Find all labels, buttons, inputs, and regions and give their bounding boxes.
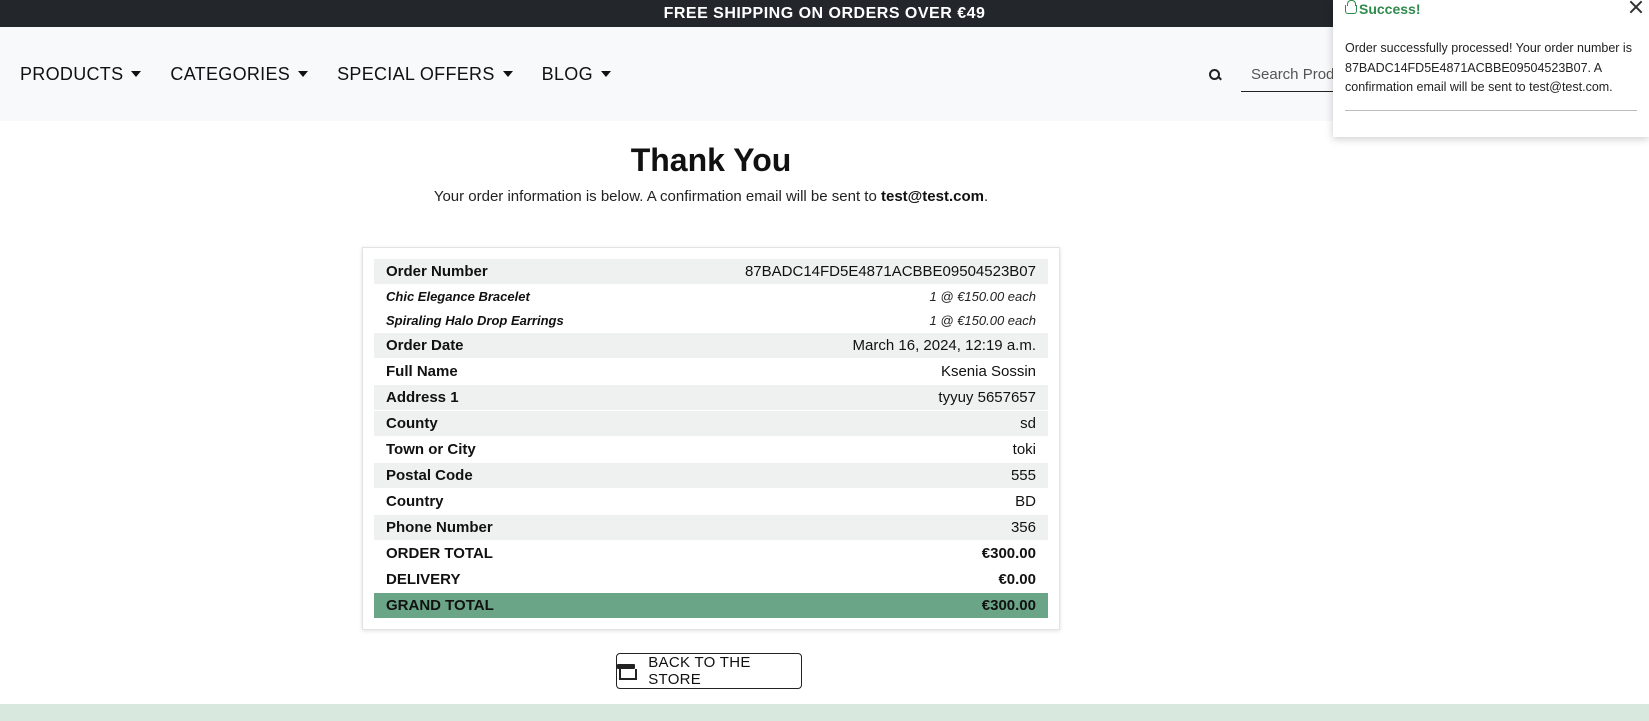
search-icon[interactable] [1209,69,1221,81]
full-name-row: Full Name Ksenia Sossin [374,359,1048,384]
chevron-down-icon [600,71,611,77]
announcement-text: FREE SHIPPING ON ORDERS OVER €49 [663,4,986,22]
order-number-row: Order Number 87BADC14FD5E4871ACBBE095045… [374,259,1048,284]
store-icon [617,664,638,680]
page-subtitle: Your order information is below. A confi… [0,188,1422,205]
toast-divider [1345,109,1637,111]
nav-blog[interactable]: BLOG [542,64,611,85]
item-name: Chic Elegance Bracelet [386,289,530,304]
town-row: Town or City toki [374,437,1048,462]
nav-special-offers[interactable]: SPECIAL OFFERS [337,64,513,85]
order-total-label: ORDER TOTAL [386,545,493,562]
nav-blog-label: BLOG [541,63,593,84]
delivery-value: €0.00 [998,571,1036,588]
nav-products[interactable]: PRODUCTS [20,63,142,85]
nav-products-label: PRODUCTS [20,63,124,84]
field-value: Ksenia Sossin [940,363,1036,380]
order-summary-card: Order Number 87BADC14FD5E4871ACBBE095045… [362,247,1060,630]
order-total-row: ORDER TOTAL €300.00 [374,541,1048,566]
chevron-down-icon [131,71,142,77]
delivery-row: DELIVERY €0.00 [374,567,1048,592]
field-value: toki [1012,441,1036,458]
field-label: Phone Number [386,519,493,536]
basket-icon [1345,0,1357,14]
order-item-row: Spiraling Halo Drop Earrings 1 @ €150.00… [374,309,1048,332]
item-qty-price: 1 @ €150.00 each [929,289,1036,304]
toast-title: Success! [1359,1,1421,17]
field-value: 356 [1010,519,1036,536]
order-number-label: Order Number [386,263,488,280]
field-label: Address 1 [386,389,459,406]
toast-header: Success! [1345,0,1637,18]
delivery-label: DELIVERY [386,571,461,588]
subtitle-suffix: . [984,188,989,205]
field-value: sd [1020,415,1036,432]
field-label: County [386,415,438,432]
back-to-store-label: BACK TO THE STORE [648,654,751,688]
chevron-down-icon [502,71,513,77]
chevron-down-icon [298,71,309,77]
field-label: Country [386,493,444,510]
field-label: Full Name [386,363,458,380]
nav-categories-label: CATEGORIES [170,63,291,84]
order-item-row: Chic Elegance Bracelet 1 @ €150.00 each [374,285,1048,308]
grand-total-value: €300.00 [981,597,1036,614]
field-label: Order Date [386,337,464,354]
grand-total-label: GRAND TOTAL [386,597,494,614]
address-row: Address 1 tyyuy 5657657 [374,385,1048,410]
grand-total-row: GRAND TOTAL €300.00 [374,593,1048,618]
nav-categories[interactable]: CATEGORIES [170,63,309,85]
field-label: Postal Code [386,467,473,484]
order-total-value: €300.00 [981,545,1036,562]
county-row: County sd [374,411,1048,436]
field-value: BD [1015,493,1036,510]
page-title: Thank You [630,142,792,178]
order-date-row: Order Date March 16, 2024, 12:19 a.m. [374,333,1048,358]
back-to-store-button[interactable]: BACK TO THE STORE [616,653,802,689]
footer-band [0,704,1649,721]
field-value: March 16, 2024, 12:19 a.m. [852,337,1036,354]
close-icon[interactable] [1627,0,1645,16]
postal-code-row: Postal Code 555 [374,463,1048,488]
country-row: Country BD [374,489,1048,514]
subtitle-text: Your order information is below. A confi… [433,188,881,205]
item-qty-price: 1 @ €150.00 each [929,313,1036,328]
confirmation-email: test@test.com [881,188,984,205]
toast-message: Order successfully processed! Your order… [1345,41,1632,94]
phone-row: Phone Number 356 [374,515,1048,540]
success-toast: Success! Order successfully processed! Y… [1333,0,1649,137]
field-value: 555 [1010,467,1036,484]
item-name: Spiraling Halo Drop Earrings [386,313,564,328]
order-number-value: 87BADC14FD5E4871ACBBE09504523B07 [744,263,1036,280]
nav-special-offers-label: SPECIAL OFFERS [337,63,495,84]
field-value: tyyuy 5657657 [938,389,1036,406]
field-label: Town or City [386,441,476,458]
